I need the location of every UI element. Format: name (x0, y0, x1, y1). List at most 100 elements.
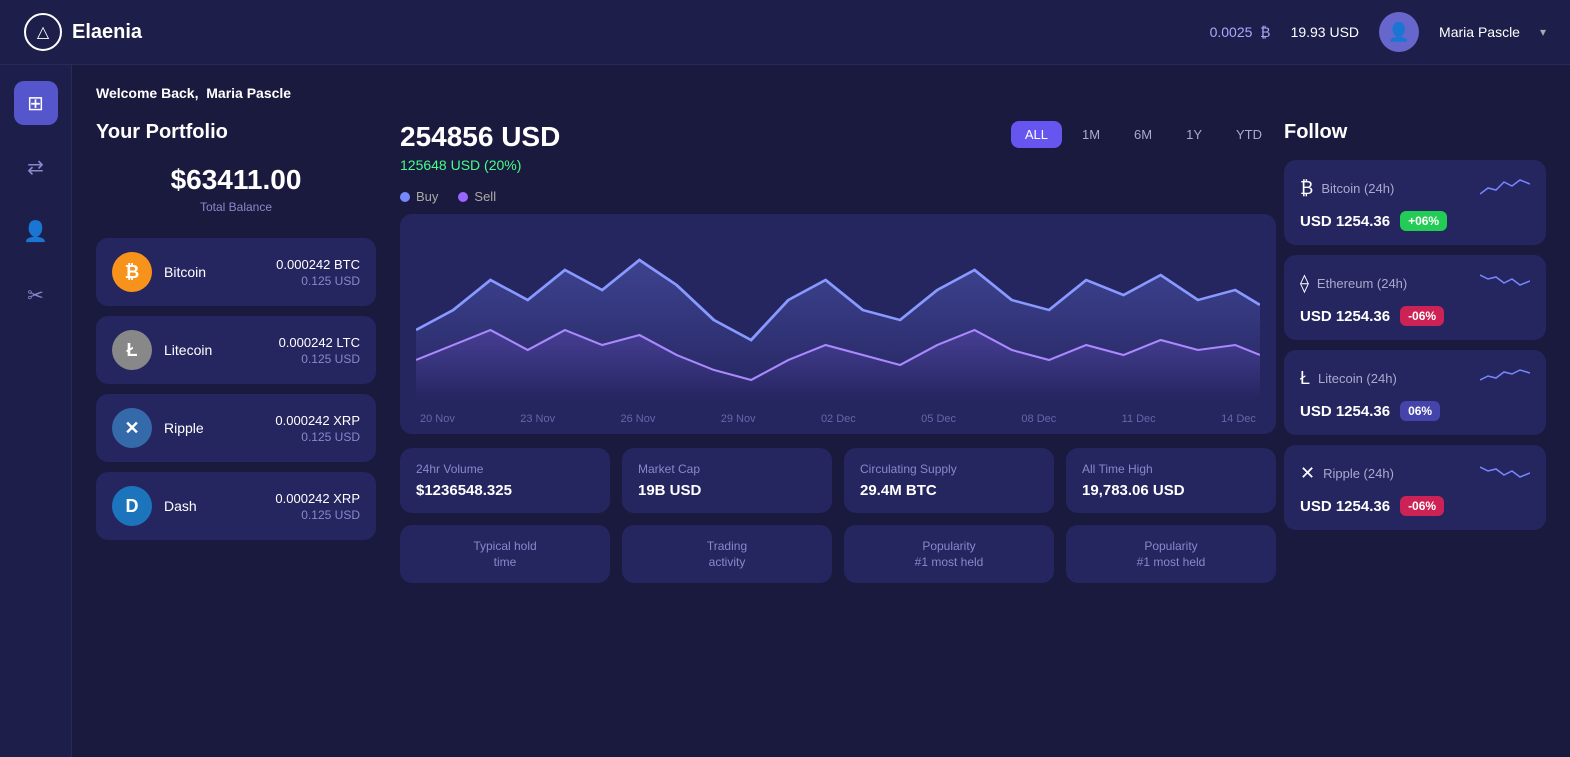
follow-bitcoin-name: Bitcoin (24h) (1321, 181, 1394, 196)
coin-usd-bitcoin: 0.125 USD (276, 274, 360, 288)
sidebar: ⊞ ⇄ 👤 ✂ (0, 65, 72, 757)
bottom-stat-label-trading: Trading (638, 539, 816, 553)
coin-card-ripple[interactable]: ✕ Ripple 0.000242 XRP 0.125 USD (96, 394, 376, 462)
follow-bitcoin-change: +06% (1400, 211, 1447, 231)
chart-date-2: 23 Nov (520, 413, 555, 425)
stat-value-marketcap: 19B USD (638, 482, 816, 499)
chart-date-4: 29 Nov (721, 413, 756, 425)
follow-coin-info-litecoin: Ł Litecoin (24h) (1300, 368, 1397, 389)
follow-card-top-ethereum: ⟠ Ethereum (24h) (1300, 269, 1530, 298)
follow-card-bottom-litecoin: USD 1254.36 06% (1300, 401, 1530, 421)
follow-litecoin-icon: Ł (1300, 368, 1310, 389)
filter-1m[interactable]: 1M (1068, 121, 1114, 148)
stat-value-ath: 19,783.06 USD (1082, 482, 1260, 499)
stat-card-ath: All Time High 19,783.06 USD (1066, 448, 1276, 513)
coin-values-bitcoin: 0.000242 BTC 0.125 USD (276, 257, 360, 288)
bottom-stat-popularity2: Popularity #1 most held (1066, 525, 1276, 583)
follow-ethereum-change: -06% (1400, 306, 1444, 326)
follow-card-top-ripple: ✕ Ripple (24h) (1300, 459, 1530, 488)
follow-bitcoin-minichart (1480, 174, 1530, 203)
bottom-stat-sub-popularity2: #1 most held (1082, 555, 1260, 569)
filter-ytd[interactable]: YTD (1222, 121, 1276, 148)
coin-info-dash: Dash (164, 498, 263, 514)
follow-litecoin-price: USD 1254.36 (1300, 403, 1390, 420)
legend-buy: Buy (400, 189, 438, 204)
ripple-icon: ✕ (112, 408, 152, 448)
bottom-stat-label-hold: Typical hold (416, 539, 594, 553)
coin-name-dash: Dash (164, 498, 263, 514)
coin-values-litecoin: 0.000242 LTC 0.125 USD (279, 335, 360, 366)
follow-coin-info-ripple: ✕ Ripple (24h) (1300, 463, 1394, 484)
chart-date-1: 20 Nov (420, 413, 455, 425)
follow-ripple-name: Ripple (24h) (1323, 466, 1394, 481)
chart-change: 125648 USD (20%) (400, 157, 560, 173)
bottom-stat-trading: Trading activity (622, 525, 832, 583)
header-btc-balance: 0.0025 ₿ (1210, 24, 1271, 40)
coin-card-dash[interactable]: D Dash 0.000242 XRP 0.125 USD (96, 472, 376, 540)
chart-main-value: 254856 USD (400, 121, 560, 153)
legend-sell: Sell (458, 189, 496, 204)
coin-info-ripple: Ripple (164, 420, 263, 436)
welcome-prefix: Welcome Back, (96, 85, 198, 101)
chart-header: 254856 USD 125648 USD (20%) ALL 1M 6M 1Y… (400, 121, 1276, 173)
coin-amount-ripple: 0.000242 XRP (275, 413, 360, 428)
filter-all[interactable]: ALL (1011, 121, 1062, 148)
content-grid: Your Portfolio $63411.00 Total Balance ₿… (96, 121, 1546, 583)
follow-ethereum-name: Ethereum (24h) (1317, 276, 1407, 291)
coin-usd-dash: 0.125 USD (275, 508, 360, 522)
follow-litecoin-name: Litecoin (24h) (1318, 371, 1397, 386)
stat-label-supply: Circulating Supply (860, 462, 1038, 476)
bottom-stat-sub-popularity1: #1 most held (860, 555, 1038, 569)
coin-card-bitcoin[interactable]: ₿ Bitcoin 0.000242 BTC 0.125 USD (96, 238, 376, 306)
header-right: 0.0025 ₿ 19.93 USD 👤 Maria Pascle ▾ (1210, 12, 1546, 52)
follow-ethereum-minichart (1480, 269, 1530, 298)
follow-ethereum-price: USD 1254.36 (1300, 308, 1390, 325)
welcome-text: Welcome Back, Maria Pascle (96, 85, 1546, 101)
chart-container: 20 Nov 23 Nov 26 Nov 29 Nov 02 Dec 05 De… (400, 214, 1276, 434)
chart-date-5: 02 Dec (821, 413, 856, 425)
stats-row: 24hr Volume $1236548.325 Market Cap 19B … (400, 448, 1276, 513)
avatar[interactable]: 👤 (1379, 12, 1419, 52)
portfolio-title: Your Portfolio (96, 121, 376, 144)
follow-card-ripple[interactable]: ✕ Ripple (24h) USD 1254.36 -06% (1284, 445, 1546, 530)
coin-name-bitcoin: Bitcoin (164, 264, 264, 280)
chart-date-3: 26 Nov (620, 413, 655, 425)
chart-and-stats: 254856 USD 125648 USD (20%) ALL 1M 6M 1Y… (400, 121, 1276, 583)
main-layout: ⊞ ⇄ 👤 ✂ Welcome Back, Maria Pascle Your … (0, 65, 1570, 757)
coin-usd-ripple: 0.125 USD (275, 430, 360, 444)
stat-label-ath: All Time High (1082, 462, 1260, 476)
bottom-stats: Typical hold time Trading activity Popul… (400, 525, 1276, 583)
follow-card-bitcoin[interactable]: ₿ Bitcoin (24h) USD 1254.36 +06% (1284, 160, 1546, 245)
sidebar-item-profile[interactable]: 👤 (14, 209, 58, 253)
follow-ripple-icon: ✕ (1300, 463, 1315, 484)
follow-title: Follow (1284, 121, 1546, 144)
follow-bitcoin-icon: ₿ (1300, 178, 1313, 199)
follow-card-litecoin[interactable]: Ł Litecoin (24h) USD 1254.36 06% (1284, 350, 1546, 435)
coin-amount-dash: 0.000242 XRP (275, 491, 360, 506)
coin-info-bitcoin: Bitcoin (164, 264, 264, 280)
header: △ Elaenia 0.0025 ₿ 19.93 USD 👤 Maria Pas… (0, 0, 1570, 65)
coin-name-litecoin: Litecoin (164, 342, 267, 358)
follow-coin-info-ethereum: ⟠ Ethereum (24h) (1300, 273, 1407, 294)
follow-panel: Follow ₿ Bitcoin (24h) (1276, 121, 1546, 583)
content-area: Welcome Back, Maria Pascle Your Portfoli… (72, 65, 1570, 757)
time-filters: ALL 1M 6M 1Y YTD (1011, 121, 1276, 148)
dash-icon: D (112, 486, 152, 526)
follow-card-ethereum[interactable]: ⟠ Ethereum (24h) USD 1254.36 -06% (1284, 255, 1546, 340)
stat-card-volume: 24hr Volume $1236548.325 (400, 448, 610, 513)
sidebar-item-exchange[interactable]: ⇄ (14, 145, 58, 189)
filter-1y[interactable]: 1Y (1172, 121, 1216, 148)
sidebar-item-dashboard[interactable]: ⊞ (14, 81, 58, 125)
filter-6m[interactable]: 6M (1120, 121, 1166, 148)
chart-date-8: 11 Dec (1122, 413, 1156, 425)
bottom-stat-sub-hold: time (416, 555, 594, 569)
follow-litecoin-minichart (1480, 364, 1530, 393)
stat-card-supply: Circulating Supply 29.4M BTC (844, 448, 1054, 513)
chart-date-7: 08 Dec (1021, 413, 1056, 425)
logo-text: Elaenia (72, 21, 142, 44)
coin-card-litecoin[interactable]: Ł Litecoin 0.000242 LTC 0.125 USD (96, 316, 376, 384)
sidebar-item-tools[interactable]: ✂ (14, 273, 58, 317)
user-dropdown-icon[interactable]: ▾ (1540, 25, 1546, 39)
follow-card-bottom-ripple: USD 1254.36 -06% (1300, 496, 1530, 516)
follow-ripple-change: -06% (1400, 496, 1444, 516)
